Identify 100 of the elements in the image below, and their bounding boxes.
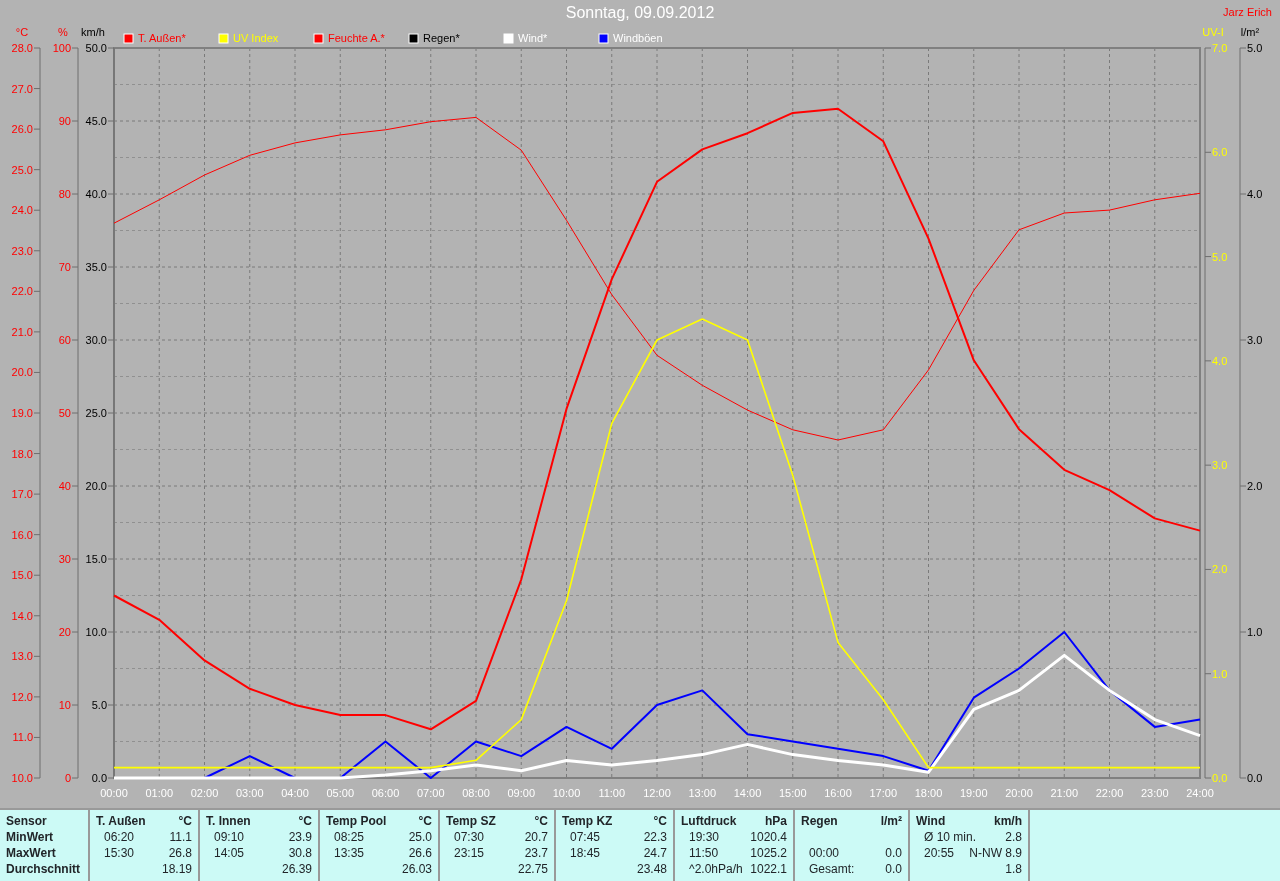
stat-label: 06:20 [103,829,135,845]
stat-label: 20:55 [923,845,955,861]
tick-label: 30.0 [85,334,107,346]
stat-value: N-NW 8.9 [969,845,1022,861]
stat-label: 07:45 [569,829,601,845]
tick-label: 28.0 [11,42,33,54]
tick-label: 5.0 [91,699,107,711]
tick-label: 19.0 [11,407,33,419]
tick-label: 20:00 [1005,787,1033,799]
tick-label: 7.0 [1212,42,1228,54]
axis-label: km/h [81,26,105,38]
tick-label: 11.0 [12,731,33,744]
tick-label: 35.0 [85,261,107,273]
tick-label: 4.0 [1212,354,1228,367]
tick-label: 1.0 [1212,667,1228,680]
stat-value: 25.0 [408,829,432,845]
stat-value: 26.03 [401,861,432,877]
tick-label: 21.0 [11,325,33,338]
legend-label: Feuchte A.* [328,32,385,44]
column-header: Luftdruck [681,813,737,829]
stat-label: 19:30 [688,829,720,845]
tick-label: 06:00 [371,787,400,799]
tick-label: 09:00 [507,787,535,799]
legend-swatch [408,33,419,44]
tick-label: 5.0 [1212,250,1228,263]
tick-label: 25.0 [85,407,107,419]
stat-value: 1022.1 [750,861,787,877]
stat-value: 1025.2 [750,845,787,861]
stat-label: Gesamt: [808,861,855,877]
tick-label: 1.0 [1247,626,1263,638]
tick-label: 13:00 [688,787,716,799]
tick-label: 16.0 [11,528,33,541]
tick-label: 0.0 [91,772,107,784]
stat-value: 0.0 [885,845,902,861]
tick-label: 80 [58,188,71,200]
column-header: T. Außen [96,813,146,829]
tick-label: 24.0 [11,204,33,217]
tick-label: 15:00 [779,787,807,799]
tick-label: 5.0 [1247,42,1263,54]
legend-swatch [218,33,229,44]
tick-label: 26.0 [11,123,33,136]
stat-label: 00:00 [808,845,840,861]
tick-label: 15.0 [85,553,107,565]
tick-label: 20 [58,626,71,638]
tick-label: 27.0 [11,82,33,95]
tick-label: 01:00 [145,787,173,799]
stat-label: 13:35 [333,845,365,861]
stat-label: 15:30 [103,845,135,861]
tick-label: 20.0 [11,366,33,379]
stat-label: 07:30 [453,829,485,845]
author-label: Jarz Erich [1223,5,1272,20]
row-label: Sensor [6,813,48,829]
tick-label: 10.0 [85,626,107,638]
stat-value: 30.8 [288,845,312,861]
axis-label: °C [15,26,29,38]
tick-label: 2.0 [1247,480,1263,492]
tick-label: 10 [58,699,71,711]
stat-value: 1020.4 [750,829,787,845]
tick-label: 14:00 [733,787,762,799]
tick-label: 20.0 [85,480,107,492]
tick-label: 0 [64,772,71,784]
tick-label: 07:00 [417,787,445,799]
tick-label: 40.0 [85,188,107,200]
tick-label: 12.0 [11,690,33,703]
tick-label: 40 [58,480,71,492]
tick-label: 17.0 [11,488,33,501]
stat-value: 0.0 [885,861,902,877]
tick-label: 24:00 [1186,787,1214,799]
column-header: Wind [916,813,946,829]
tick-label: 100 [52,42,71,54]
tick-label: 6.0 [1212,146,1228,159]
stat-label: Ø 10 min. [923,829,977,845]
legend-label: Windböen [613,32,663,44]
axis-label: UV-I [1202,26,1224,38]
chart-title: Sonntag, 09.09.2012 [565,3,715,22]
tick-label: 30 [58,553,71,565]
legend-label: UV Index [233,32,279,44]
tick-label: 22.0 [11,285,33,298]
stat-value: 23.9 [288,829,312,845]
stat-value: 26.39 [281,861,312,877]
tick-label: 18:00 [914,787,943,799]
tick-label: 12:00 [643,787,671,799]
tick-label: 11:00 [598,787,626,799]
tick-label: 03:00 [236,787,264,799]
tick-label: 18.0 [11,447,33,460]
tick-label: 50 [58,407,71,419]
tick-label: 90 [58,115,71,127]
tick-label: 25.0 [11,163,33,176]
unit-label: °C [178,813,192,829]
legend-swatch [503,33,514,44]
tick-label: 13.0 [11,650,33,663]
unit-label: °C [534,813,548,829]
row-label: Durchschnitt [6,861,81,877]
legend-swatch [598,33,609,44]
unit-label: l/m² [880,813,902,829]
tick-label: 14.0 [11,609,33,622]
stat-value: 26.6 [408,845,432,861]
unit-label: km/h [994,813,1022,829]
stat-value: 18.19 [161,861,192,877]
stat-value: 20.7 [524,829,548,845]
